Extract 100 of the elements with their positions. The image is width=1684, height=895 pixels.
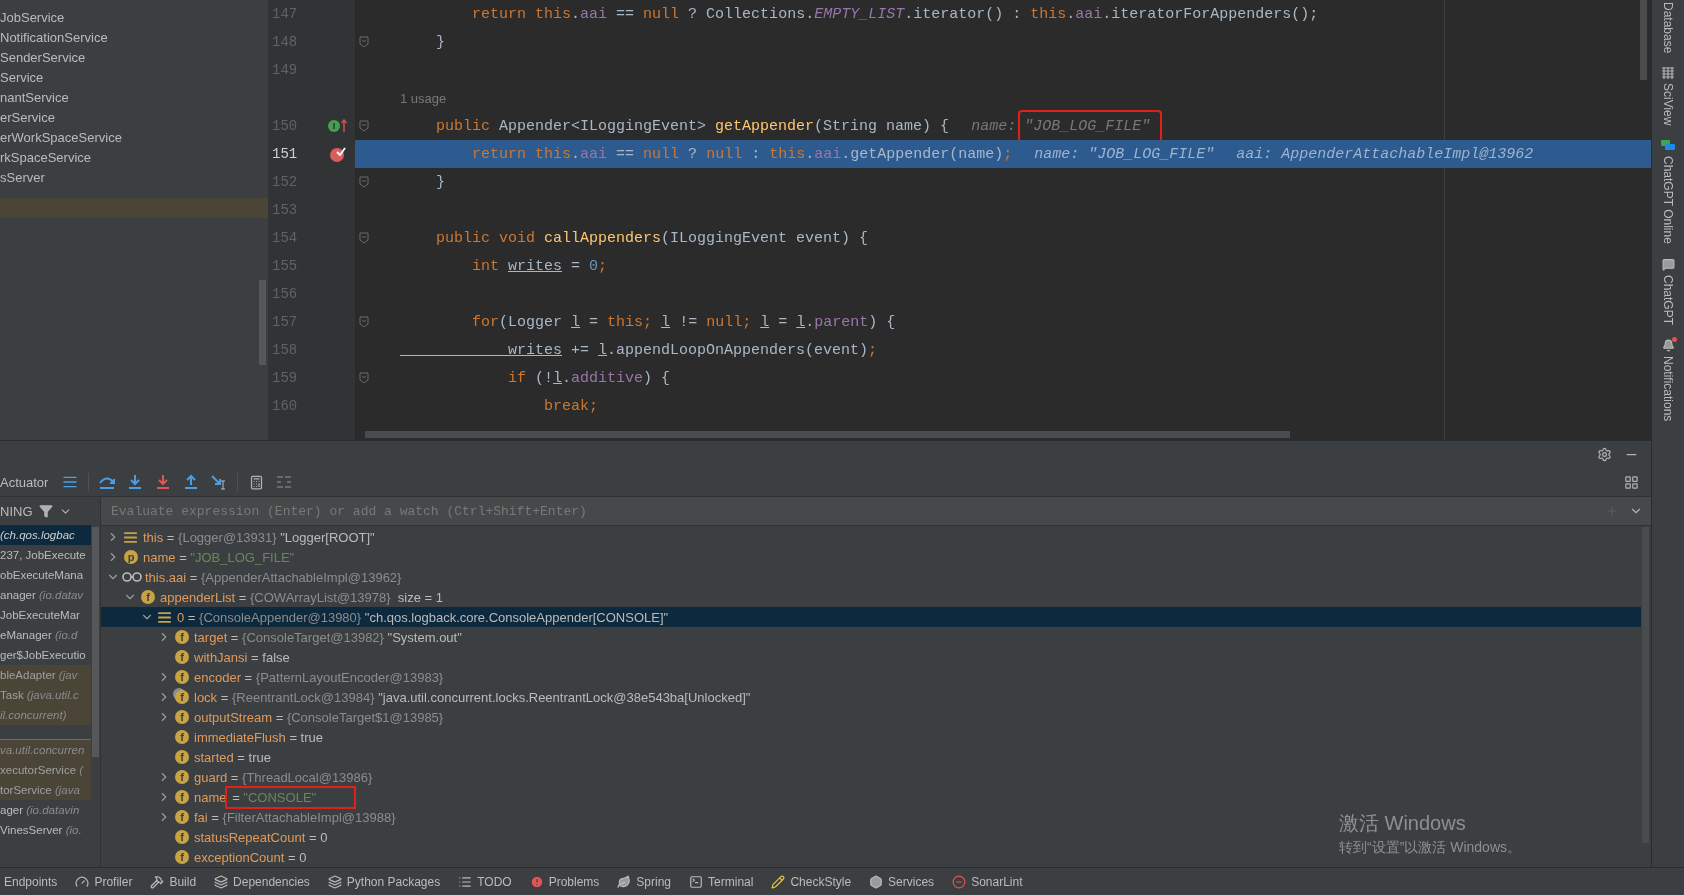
tool-window-button[interactable]: Problems — [529, 874, 600, 889]
variable-value: = "CONSOLE" — [226, 787, 355, 807]
variable-value: = {ConsoleTarget$1@13985} — [274, 709, 444, 725]
variable-row[interactable]: f target = {ConsoleTarget@13982} "System.out" — [101, 627, 462, 647]
list-icon — [157, 609, 173, 625]
stack-frame[interactable]: va.util.concurren — [0, 739, 91, 760]
tool-window-button[interactable]: Dependencies — [214, 874, 310, 889]
stack-frame[interactable]: ger$JobExecutio — [0, 645, 91, 665]
stack-frame[interactable]: 237, JobExecute — [0, 545, 91, 565]
tree-item[interactable]: Service — [0, 68, 268, 88]
stack-frame[interactable]: anager (io.datav — [0, 585, 91, 605]
stack-frame[interactable]: xecutorService ( — [0, 760, 91, 780]
error-icon — [529, 874, 544, 889]
tool-window-tab[interactable]: ChatGPT — [1661, 257, 1675, 325]
line-number: 151 — [271, 145, 299, 164]
variable-row[interactable]: f name = "CONSOLE" — [101, 787, 355, 807]
variable-value: = "JOB_LOG_FILE" — [178, 549, 295, 565]
variable-row[interactable]: 0 = {ConsoleAppender@13980} "ch.qos.logback.core.ConsoleAppender[CONSOLE]" — [101, 607, 1641, 627]
breakpoint-icon[interactable] — [329, 145, 347, 163]
variable-row[interactable]: f exceptionCount = 0 — [101, 847, 307, 867]
stack-frame[interactable]: Task (java.util.c — [0, 685, 91, 705]
thread-selector[interactable]: NING — [0, 503, 33, 519]
variable-row[interactable]: f immediateFlush = true — [101, 727, 323, 747]
tree-item[interactable]: erService — [0, 108, 268, 128]
code-text: for(Logger l = this; l != null; l = l.parent) { — [471, 313, 896, 331]
variable-row[interactable]: f outputStream = {ConsoleTarget$1@13985} — [101, 707, 444, 727]
variable-row[interactable]: f started = true — [101, 747, 271, 767]
usage-hint[interactable]: 1 usage — [400, 90, 447, 106]
hexagon-icon — [869, 874, 884, 889]
variable-row[interactable]: this.aai = {AppenderAttachableImpl@13962} — [101, 567, 402, 587]
stack-frame[interactable]: ager (io.datavin — [0, 800, 91, 820]
variable-row[interactable]: p name = "JOB_LOG_FILE" — [101, 547, 295, 567]
code-text: } — [435, 33, 445, 51]
fold-marker[interactable] — [359, 176, 369, 188]
tool-window-button[interactable]: Profiler — [75, 874, 133, 889]
activation-text: 转到“设置”以激活 Windows。 — [1339, 839, 1521, 857]
variable-value: = true — [236, 749, 271, 765]
field-icon: f — [175, 670, 189, 684]
tool-window-tab[interactable]: SciView — [1661, 67, 1675, 126]
variable-row[interactable]: this = {Logger@13931} "Logger[ROOT]" — [101, 527, 375, 547]
stack-frame[interactable]: (ch.qos.logbac — [0, 525, 91, 545]
tool-window-button[interactable]: Python Packages — [327, 874, 441, 889]
variable-name: this.aai — [145, 569, 187, 585]
settings-icon[interactable] — [1597, 447, 1612, 462]
tool-window-button[interactable]: CheckStyle — [771, 874, 852, 889]
filter-icon[interactable] — [38, 504, 53, 518]
pencil-icon — [771, 874, 786, 889]
stack-frame[interactable]: bleAdapter (jav — [0, 665, 91, 685]
stack-frame[interactable]: il.concurrent) — [0, 705, 91, 725]
tool-window-button[interactable]: Spring — [617, 874, 672, 889]
tool-window-button[interactable]: Build — [150, 874, 197, 889]
field-icon: f — [175, 830, 189, 844]
tree-item[interactable]: nantService — [0, 88, 268, 108]
tool-window-tab[interactable]: Notifications — [1661, 338, 1675, 422]
tool-window-tab[interactable]: ChatGPT Online — [1661, 139, 1675, 244]
stack-frame[interactable]: eManager (io.d — [0, 625, 91, 645]
fold-marker[interactable] — [359, 232, 369, 244]
tree-item[interactable]: erWorkSpaceService — [0, 128, 268, 148]
stack-frame[interactable]: obExecuteMana — [0, 565, 91, 585]
tab-title[interactable]: Actuator — [0, 474, 49, 490]
tree-item[interactable]: NotificationService — [0, 28, 268, 48]
locked-field-icon: f — [175, 690, 189, 704]
variable-row[interactable]: f withJansi = false — [101, 647, 290, 667]
code-text: return this.aai == null ? null : this.aai.getAppender(name); — [471, 145, 1013, 163]
variable-row[interactable]: f encoder = {PatternLayoutEncoder@13983} — [101, 667, 444, 687]
tool-window-button[interactable]: TODO — [458, 874, 512, 889]
stack-frame[interactable]: torService (java — [0, 780, 91, 800]
fold-marker[interactable] — [359, 372, 369, 384]
stack-frame[interactable]: JobExecuteMar — [0, 605, 91, 625]
scrollbar-thumb[interactable] — [1640, 0, 1647, 80]
tree-item[interactable]: JobService — [0, 8, 268, 28]
leaf-icon — [617, 874, 632, 889]
scrollbar-thumb[interactable] — [1642, 527, 1649, 843]
variable-row[interactable]: f fai = {FilterAttachableImpl@13988} — [101, 807, 396, 827]
tool-window-tab[interactable]: Database — [1661, 2, 1675, 54]
variable-row[interactable]: f appenderList = {COWArrayList@13978} size = 1 — [101, 587, 443, 607]
fold-marker[interactable] — [359, 316, 369, 328]
tool-window-button[interactable]: Terminal — [689, 874, 754, 889]
variable-row[interactable]: f statusRepeatCount = 0 — [101, 827, 328, 847]
scrollbar-thumb[interactable] — [365, 431, 1290, 438]
fold-marker[interactable] — [359, 36, 369, 48]
list-icon — [458, 874, 473, 889]
scrollbar-thumb[interactable] — [92, 527, 99, 757]
tool-window-button[interactable]: Services — [869, 874, 935, 889]
tree-item[interactable]: rkSpaceService — [0, 148, 268, 168]
tool-window-button[interactable]: SonarLint — [952, 874, 1023, 889]
variable-row[interactable]: f lock = {ReentrantLock@13984} "java.util.concurrent.locks.ReentrantLock@38e543ba[Unlocked]" — [101, 687, 751, 707]
tree-item[interactable]: SenderService — [0, 48, 268, 68]
gauge-icon — [75, 874, 90, 889]
tool-window-button[interactable]: Endpoints — [4, 874, 58, 889]
variable-value: = {ConsoleAppender@13980} "ch.qos.logback.core.ConsoleAppender[CONSOLE]" — [186, 609, 669, 625]
code-text: public void callAppenders(ILoggingEvent event) { — [435, 229, 869, 247]
tree-item[interactable]: sServer — [0, 168, 268, 188]
variable-value: = {PatternLayoutEncoder@13983} — [243, 669, 444, 685]
variable-row[interactable]: f guard = {ThreadLocal@13986} — [101, 767, 373, 787]
code-text: if (!l.additive) { — [507, 369, 671, 387]
fold-marker[interactable] — [359, 120, 369, 132]
stack-frame[interactable]: VinesServer (io. — [0, 820, 91, 840]
variable-value: = {COWArrayList@13978} size = 1 — [237, 589, 443, 605]
scrollbar-thumb[interactable] — [259, 280, 266, 365]
